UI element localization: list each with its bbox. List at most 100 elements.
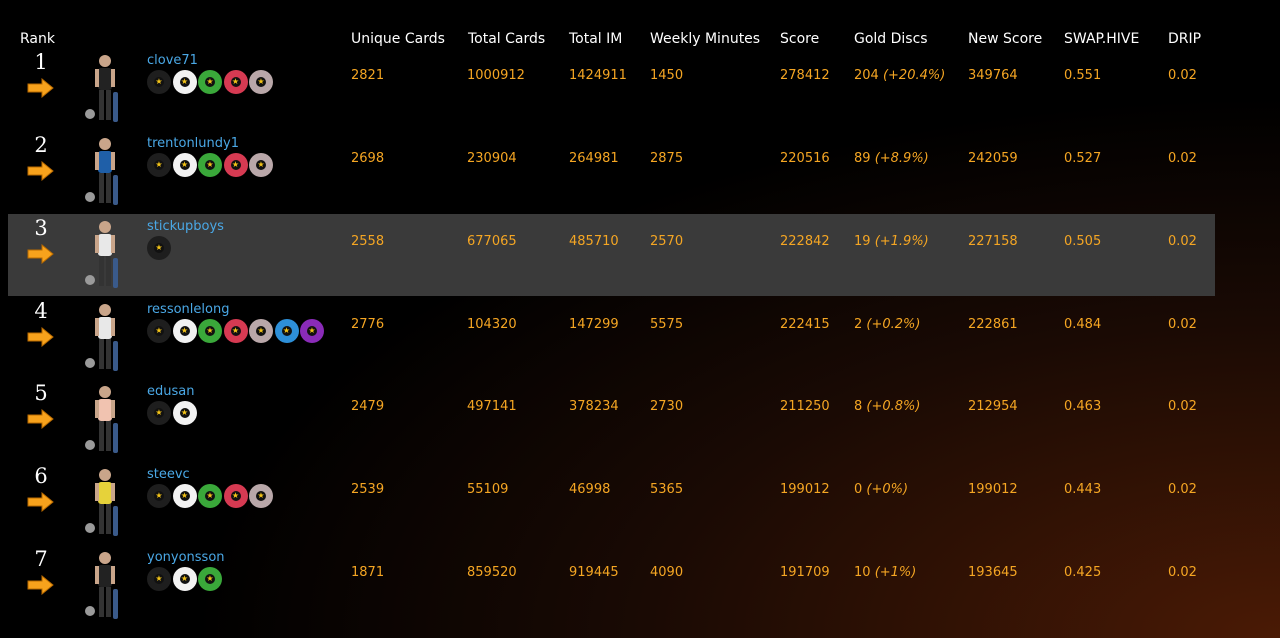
username-link[interactable]: stickupboys [147, 219, 224, 234]
leaderboard-row[interactable]: 6 steevc ★ ★ ★ ★ ★ 2539 55109 46998 5365 199012 1990… [8, 462, 1215, 544]
arrow-right-icon[interactable] [27, 575, 54, 595]
red-disc-icon[interactable]: ★ [223, 70, 248, 94]
leaderboard-row[interactable]: 5 edusan ★ ★ 2479 497141 378234 2730 211250 21295… [8, 379, 1215, 461]
star-icon: ★ [205, 77, 215, 87]
red-disc-icon[interactable]: ★ [223, 153, 248, 177]
username-link[interactable]: yonyonsson [147, 550, 225, 565]
avatar[interactable] [81, 135, 127, 209]
leaderboard-row[interactable]: 2 trentonlundy1 ★ ★ ★ ★ ★ 2698 230904 264981 2875 2… [8, 131, 1215, 213]
leaderboard-row[interactable]: 3 stickupboys ★ 2558 677065 485710 2570 222842 2… [8, 214, 1215, 296]
rank-number: 3 [34, 216, 48, 240]
avatar[interactable] [81, 549, 127, 623]
header-new-score[interactable]: New Score [968, 31, 1042, 47]
white-disc-icon[interactable]: ★ [172, 319, 197, 343]
drip-cell: 0.02 [1168, 317, 1197, 332]
username-link[interactable]: trentonlundy1 [147, 136, 239, 151]
star-icon: ★ [179, 574, 190, 584]
score-cell: 278412 [780, 68, 830, 83]
gold-percent: (+0.8%) [866, 399, 921, 414]
arrow-right-icon[interactable] [27, 409, 54, 429]
white-disc-icon[interactable]: ★ [172, 401, 197, 425]
avatar[interactable] [81, 52, 127, 126]
black-disc-icon[interactable]: ★ [147, 401, 171, 425]
star-icon: ★ [230, 77, 241, 87]
star-icon: ★ [154, 160, 164, 170]
silver-disc-icon[interactable]: ★ [249, 153, 273, 177]
avatar[interactable] [81, 383, 127, 457]
leaderboard-row[interactable]: 4 ressonlelong ★ ★ ★ ★ ★ ★ ★ 2776 104320 147299 5575… [8, 297, 1215, 379]
weekly-minutes-cell: 4090 [650, 565, 684, 580]
new-score-cell: 349764 [968, 68, 1018, 83]
white-disc-icon[interactable]: ★ [172, 567, 197, 591]
total-im-cell: 1424911 [569, 68, 627, 83]
red-disc-icon[interactable]: ★ [223, 484, 248, 508]
star-icon: ★ [154, 326, 164, 336]
star-icon: ★ [154, 574, 164, 584]
gold-count: 2 [854, 317, 863, 332]
header-weekly-minutes[interactable]: Weekly Minutes [650, 31, 760, 47]
green-disc-icon[interactable]: ★ [198, 153, 222, 177]
drip-cell: 0.02 [1168, 399, 1197, 414]
total-cards-cell: 677065 [467, 234, 517, 249]
drip-cell: 0.02 [1168, 151, 1197, 166]
star-icon: ★ [230, 326, 241, 336]
black-disc-icon[interactable]: ★ [147, 567, 171, 591]
username-link[interactable]: clove71 [147, 53, 198, 68]
username-link[interactable]: edusan [147, 384, 194, 399]
silver-disc-icon[interactable]: ★ [249, 484, 273, 508]
green-disc-icon[interactable]: ★ [198, 567, 222, 591]
rank-number: 6 [34, 464, 48, 488]
drip-cell: 0.02 [1168, 68, 1197, 83]
leaderboard-row[interactable]: 7 yonyonsson ★ ★ ★ 1871 859520 919445 4090 191709… [8, 545, 1215, 627]
green-disc-icon[interactable]: ★ [198, 70, 222, 94]
blue-disc-icon[interactable]: ★ [274, 319, 299, 343]
white-disc-icon[interactable]: ★ [172, 70, 197, 94]
new-score-cell: 227158 [968, 234, 1018, 249]
header-unique-cards[interactable]: Unique Cards [351, 31, 445, 47]
header-total-cards[interactable]: Total Cards [468, 31, 545, 47]
rank-number: 4 [34, 299, 48, 323]
star-icon: ★ [179, 326, 190, 336]
white-disc-icon[interactable]: ★ [172, 484, 197, 508]
gold-count: 0 [854, 482, 863, 497]
score-cell: 222842 [780, 234, 830, 249]
arrow-right-icon[interactable] [27, 492, 54, 512]
black-disc-icon[interactable]: ★ [147, 236, 171, 260]
black-disc-icon[interactable]: ★ [147, 484, 171, 508]
black-disc-icon[interactable]: ★ [147, 153, 171, 177]
star-icon: ★ [179, 491, 190, 501]
header-drip[interactable]: DRIP [1168, 31, 1201, 47]
avatar[interactable] [81, 218, 127, 292]
arrow-right-icon[interactable] [27, 161, 54, 181]
green-disc-icon[interactable]: ★ [198, 484, 222, 508]
swaphive-cell: 0.527 [1064, 151, 1102, 166]
arrow-right-icon[interactable] [27, 327, 54, 347]
avatar[interactable] [81, 301, 127, 375]
black-disc-icon[interactable]: ★ [147, 70, 171, 94]
swaphive-cell: 0.551 [1064, 68, 1102, 83]
arrow-right-icon[interactable] [27, 78, 54, 98]
purple-disc-icon[interactable]: ★ [300, 319, 324, 343]
new-score-cell: 212954 [968, 399, 1018, 414]
black-disc-icon[interactable]: ★ [147, 319, 171, 343]
red-disc-icon[interactable]: ★ [223, 319, 248, 343]
header-gold-discs[interactable]: Gold Discs [854, 31, 928, 47]
total-cards-cell: 55109 [467, 482, 509, 497]
avatar[interactable] [81, 466, 127, 540]
green-disc-icon[interactable]: ★ [198, 319, 222, 343]
gold-discs-cell: 8 (+0.8%) [854, 399, 921, 414]
silver-disc-icon[interactable]: ★ [249, 319, 273, 343]
header-swaphive[interactable]: SWAP.HIVE [1064, 31, 1139, 47]
silver-disc-icon[interactable]: ★ [249, 70, 273, 94]
leaderboard-row[interactable]: 1 clove71 ★ ★ ★ ★ ★ 2821 1000912 1424911 1450 27841… [8, 48, 1215, 130]
header-total-im[interactable]: Total IM [569, 31, 622, 47]
username-link[interactable]: ressonlelong [147, 302, 229, 317]
new-score-cell: 242059 [968, 151, 1018, 166]
arrow-right-icon[interactable] [27, 244, 54, 264]
gold-percent: (+0.2%) [866, 317, 921, 332]
star-icon: ★ [230, 491, 241, 501]
username-link[interactable]: steevc [147, 467, 190, 482]
white-disc-icon[interactable]: ★ [172, 153, 197, 177]
unique-cards-cell: 2821 [351, 68, 385, 83]
header-score[interactable]: Score [780, 31, 819, 47]
